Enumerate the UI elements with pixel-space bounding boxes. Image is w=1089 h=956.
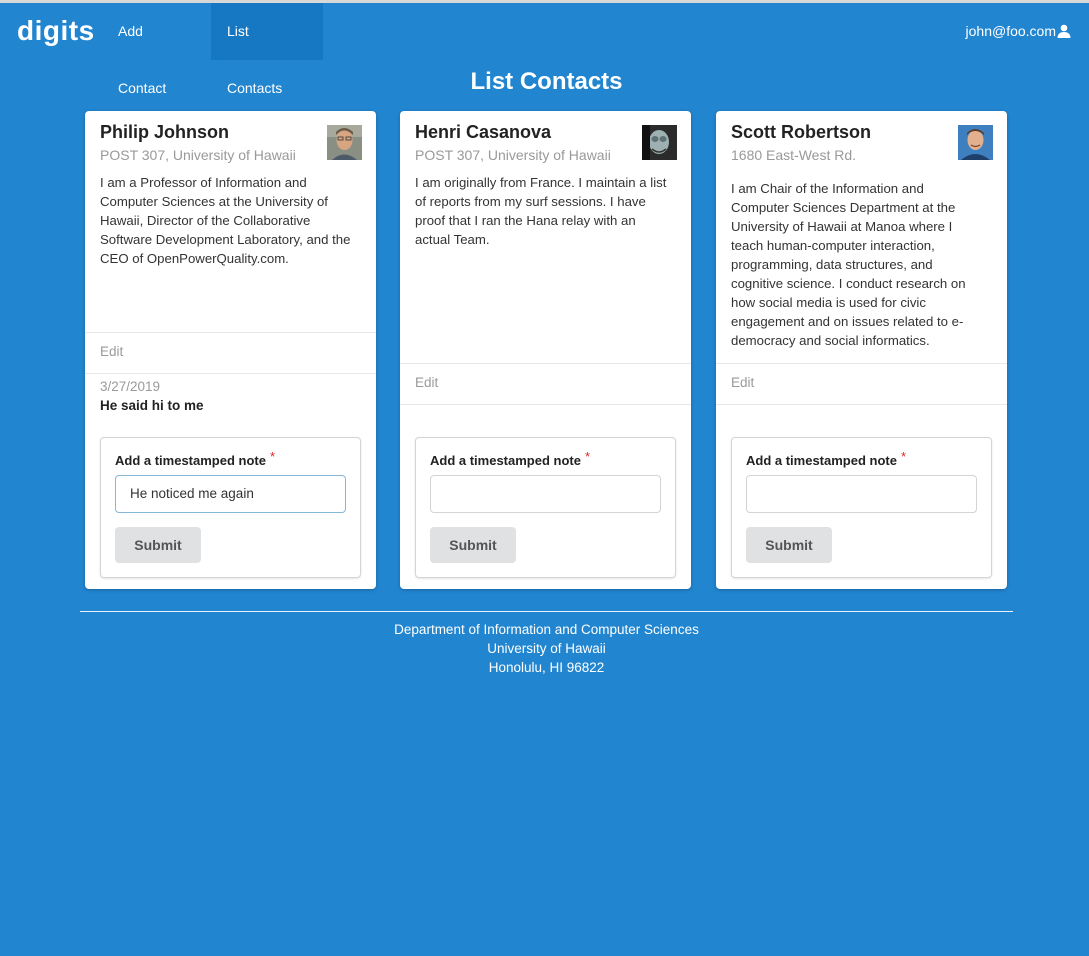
note-text: He said hi to me	[100, 398, 204, 413]
avatar	[642, 125, 677, 160]
note-field-label: Add a timestamped note *	[430, 449, 591, 468]
required-marker: *	[269, 449, 276, 464]
required-marker: *	[900, 449, 907, 464]
note-form: Add a timestamped note * Submit	[415, 437, 676, 578]
note-input[interactable]: He noticed me again	[115, 475, 346, 513]
footer-city: Honolulu, HI 96822	[488, 660, 605, 675]
footer-university: University of Hawaii	[487, 641, 606, 656]
divider	[716, 404, 1007, 405]
card-header: Henri Casanova POST 307, University of H…	[415, 122, 676, 163]
contact-name: Scott Robertson	[731, 122, 872, 142]
contact-address: POST 307, University of Hawaii	[415, 147, 611, 163]
divider	[85, 332, 376, 333]
required-marker: *	[584, 449, 591, 464]
contact-card: Scott Robertson 1680 East-West Rd. I am …	[716, 111, 1007, 589]
brand-logo[interactable]: digits	[17, 15, 95, 47]
note-field-label: Add a timestamped note *	[746, 449, 907, 468]
contact-description: I am a Professor of Information and Comp…	[100, 175, 351, 266]
contact-description: I am Chair of the Information and Comput…	[731, 181, 966, 348]
footer: Department of Information and Computer S…	[0, 620, 1089, 677]
nav-list-contacts[interactable]: List Contacts	[211, 3, 323, 96]
page-title: List Contacts	[470, 68, 623, 95]
note-date: 3/27/2019	[100, 379, 161, 394]
submit-button[interactable]: Submit	[115, 527, 201, 563]
note-form: Add a timestamped note * He noticed me ag…	[100, 437, 361, 578]
note-input[interactable]	[746, 475, 977, 513]
card-header: Scott Robertson 1680 East-West Rd.	[731, 122, 992, 163]
contact-name: Henri Casanova	[415, 122, 552, 142]
divider	[400, 404, 691, 405]
note-field-label: Add a timestamped note *	[115, 449, 276, 468]
divider	[400, 363, 691, 364]
note-input[interactable]	[430, 475, 661, 513]
note-form: Add a timestamped note * Submit	[731, 437, 992, 578]
contact-address: 1680 East-West Rd.	[731, 147, 857, 163]
contact-name: Philip Johnson	[100, 122, 229, 142]
user-email: john@foo.com	[965, 23, 1056, 39]
contact-card: Philip Johnson POST 307, University of H…	[85, 111, 376, 589]
contact-address: POST 307, University of Hawaii	[100, 147, 296, 163]
contact-description: I am originally from France. I maintain …	[415, 175, 667, 247]
footer-divider	[80, 611, 1013, 612]
navbar: digits Add Contact List Contacts john@fo…	[0, 3, 1089, 96]
contact-card: Henri Casanova POST 307, University of H…	[400, 111, 691, 589]
divider	[716, 363, 1007, 364]
avatar	[958, 125, 993, 160]
nav-add-contact[interactable]: Add Contact	[102, 3, 211, 96]
edit-link[interactable]: Edit	[731, 375, 754, 390]
card-header: Philip Johnson POST 307, University of H…	[100, 122, 361, 163]
avatar	[327, 125, 362, 160]
submit-button[interactable]: Submit	[430, 527, 516, 563]
submit-button[interactable]: Submit	[746, 527, 832, 563]
divider	[85, 373, 376, 374]
user-menu[interactable]: john@foo.com	[966, 3, 1071, 60]
footer-department: Department of Information and Computer S…	[394, 622, 699, 637]
edit-link[interactable]: Edit	[415, 375, 438, 390]
user-icon	[1056, 23, 1071, 39]
edit-link[interactable]: Edit	[100, 344, 123, 359]
